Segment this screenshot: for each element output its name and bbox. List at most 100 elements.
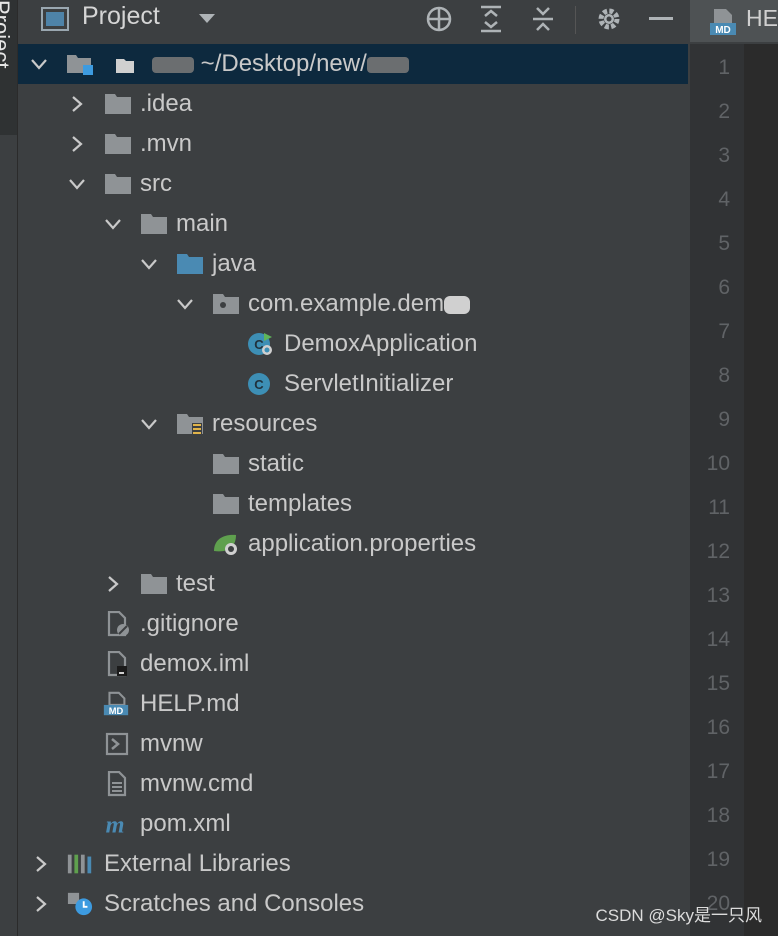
tree-row-help-md[interactable]: MD HELP.md	[18, 684, 688, 724]
tree-row-demox-iml[interactable]: demox.iml	[18, 644, 688, 684]
chevron-right-icon[interactable]	[32, 855, 50, 873]
tree-row-pom-xml[interactable]: m pom.xml	[18, 804, 688, 844]
tree-item-label: templates	[248, 490, 353, 517]
project-view-title[interactable]: Project	[82, 2, 160, 31]
chevron-right-icon[interactable]	[104, 575, 122, 593]
ignore-file-icon	[107, 611, 129, 637]
tree-item-label: HELP.md	[140, 690, 240, 717]
tree-item-label: test	[176, 570, 215, 597]
chevron-down-icon[interactable]	[30, 55, 48, 73]
tree-row-src[interactable]: src	[18, 164, 688, 204]
gear-icon[interactable]	[594, 4, 624, 34]
folder-icon	[105, 94, 131, 114]
tree-row-idea[interactable]: .idea	[18, 84, 688, 124]
maven-icon: m	[106, 811, 125, 837]
chevron-right-icon[interactable]	[68, 135, 86, 153]
tree-row-resources[interactable]: resources	[18, 404, 688, 444]
chevron-down-icon[interactable]	[192, 4, 222, 34]
line-number: 7	[718, 320, 730, 343]
shell-script-icon	[105, 732, 129, 756]
tree-item-label: .idea	[140, 90, 193, 117]
line-number: 8	[718, 364, 730, 387]
tree-item-label: pom.xml	[140, 810, 231, 837]
library-icon	[67, 854, 92, 874]
tree-item-label: External Libraries	[104, 850, 291, 877]
tree-item-label: main	[176, 210, 229, 237]
tree-row-scratches-and-consoles[interactable]: Scratches and Consoles	[18, 884, 688, 924]
minimize-icon[interactable]	[646, 4, 676, 34]
redacted-text	[152, 56, 194, 73]
tree-row-templates[interactable]: templates	[18, 484, 688, 524]
tree-row-test[interactable]: test	[18, 564, 688, 604]
folder-icon	[141, 214, 167, 234]
folder-icon	[213, 454, 239, 474]
line-number: 11	[708, 496, 730, 519]
text-file-icon	[107, 771, 127, 797]
folder-icon	[105, 134, 131, 154]
tree-row-mvnw-cmd[interactable]: mvnw.cmd	[18, 764, 688, 804]
tree-item-label: com.example.dem	[248, 290, 471, 318]
editor-area[interactable]	[744, 44, 778, 936]
spring-properties-icon	[214, 534, 237, 555]
tree-row-mvn[interactable]: .mvn	[18, 124, 688, 164]
module-folder-icon	[67, 55, 93, 75]
chevron-right-icon[interactable]	[68, 95, 86, 113]
tree-item-label: DemoxApplication	[284, 330, 478, 357]
line-number: 1	[718, 56, 730, 79]
toolbar-divider	[575, 6, 576, 34]
tree-item-label: .mvn	[140, 130, 193, 157]
line-number: 15	[706, 672, 730, 695]
tree-item-label: ServletInitializer	[284, 370, 454, 397]
tree-row-gitignore[interactable]: .gitignore	[18, 604, 688, 644]
chevron-down-icon[interactable]	[176, 295, 194, 313]
line-number: 9	[718, 408, 730, 431]
tree-root-path: ~/Desktop/new/	[152, 50, 409, 78]
tree-row-application-properties[interactable]: application.properties	[18, 524, 688, 564]
tree-row-servlet-initializer[interactable]: C ServletInitializer	[18, 364, 688, 404]
project-toolbar: Project	[18, 0, 690, 40]
project-view-icon	[40, 4, 70, 34]
line-number-gutter: 1 2 3 4 5 6 7 8 9 10 11 12 13 14 15 16 1…	[690, 44, 744, 936]
tree-item-label: src	[140, 170, 172, 197]
tree-row-main[interactable]: main	[18, 204, 688, 244]
locate-crosshair-icon[interactable]	[424, 4, 454, 34]
line-number: 16	[706, 716, 730, 739]
tree-row-static[interactable]: static	[18, 444, 688, 484]
watermark: CSDN @Sky是一只风	[595, 906, 763, 925]
chevron-down-icon[interactable]	[104, 215, 122, 233]
tree-row-java[interactable]: java	[18, 244, 688, 284]
root-path-text: ~/Desktop/new/	[200, 50, 367, 77]
line-number: 6	[718, 276, 730, 299]
line-number: 5	[718, 232, 730, 255]
chevron-down-icon[interactable]	[68, 175, 86, 193]
line-number: 19	[706, 848, 730, 871]
chevron-down-icon[interactable]	[140, 415, 158, 433]
line-number: 4	[718, 188, 730, 211]
tree-row-external-libraries[interactable]: External Libraries	[18, 844, 688, 884]
collapse-all-icon[interactable]	[528, 4, 558, 34]
iml-file-icon	[107, 651, 127, 677]
markdown-file-icon: MD	[708, 8, 738, 41]
source-folder-icon	[177, 254, 203, 274]
project-tool-window-label: Project	[0, 0, 14, 69]
tree-item-label: mvnw.cmd	[140, 770, 254, 797]
chevron-down-icon[interactable]	[140, 255, 158, 273]
editor-tab-help-md[interactable]: MD HE	[690, 0, 778, 42]
line-number: 18	[706, 804, 730, 827]
line-number: 12	[706, 540, 730, 563]
expand-all-icon[interactable]	[476, 4, 506, 34]
scratches-clock-icon	[67, 892, 93, 916]
redacted-text	[366, 56, 409, 73]
tree-row-package[interactable]: com.example.dem	[18, 284, 688, 324]
line-number: 14	[706, 628, 730, 651]
project-tool-window-tab[interactable]: Project	[0, 0, 17, 135]
chevron-right-icon[interactable]	[32, 895, 50, 913]
svg-text:MD: MD	[715, 25, 731, 36]
tree-item-label: demox.iml	[140, 650, 250, 677]
tree-item-label: .gitignore	[140, 610, 239, 637]
tree-row-mvnw[interactable]: mvnw	[18, 724, 688, 764]
tree-row-project-root[interactable]: ~/Desktop/new/	[18, 44, 688, 84]
folder-icon	[213, 494, 239, 514]
folder-icon	[116, 59, 134, 73]
tree-row-demox-application[interactable]: C DemoxApplication	[18, 324, 688, 364]
